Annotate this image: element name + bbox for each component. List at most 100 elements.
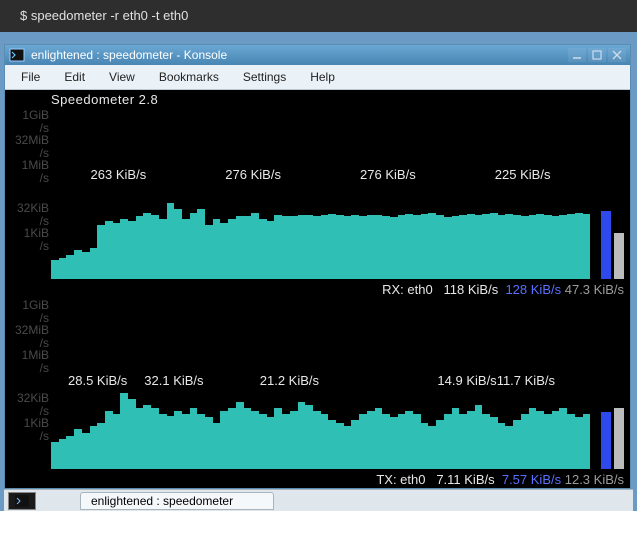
maximize-button[interactable] [588, 48, 606, 62]
tx-peak-labels: 28.5 KiB/s 32.1 KiB/s 21.2 KiB/s 14.9 Ki… [51, 373, 590, 388]
menu-edit[interactable]: Edit [54, 68, 95, 86]
bar [475, 405, 483, 469]
bar [490, 213, 498, 279]
bar [359, 414, 367, 469]
bar [305, 405, 313, 469]
bar [298, 402, 306, 469]
bar [552, 216, 560, 279]
bar [228, 219, 236, 279]
bar [436, 215, 444, 279]
bar [475, 215, 483, 279]
bar [313, 216, 321, 279]
tx-yaxis-lower: 32KiB/s 1KiB/s [7, 392, 49, 442]
konsole-window: enlightened : speedometer - Konsole File… [4, 44, 631, 489]
bar [328, 214, 336, 279]
bar [583, 214, 591, 279]
bar [521, 414, 529, 469]
bar [267, 221, 275, 279]
bar [421, 423, 429, 469]
bar [267, 417, 275, 469]
bar [244, 216, 252, 279]
bar [151, 215, 159, 279]
bar [213, 423, 221, 469]
bar [575, 213, 583, 279]
taskbar-tab[interactable]: enlightened : speedometer [80, 492, 274, 510]
taskbar[interactable]: enlightened : speedometer [4, 489, 633, 511]
bar [190, 408, 198, 469]
bar [313, 411, 321, 469]
bar [274, 215, 282, 279]
bar [66, 255, 74, 279]
bar [583, 414, 591, 469]
rx-yaxis-upper: 1GiB/s 32MiB/s 1MiB/s [7, 109, 49, 185]
bar [490, 417, 498, 469]
bar [274, 408, 282, 469]
bar [251, 411, 259, 469]
bar [428, 426, 436, 469]
bar [536, 411, 544, 469]
bar [544, 215, 552, 279]
rx-peak-labels: 263 KiB/s 276 KiB/s 276 KiB/s 225 KiB/s [51, 167, 590, 182]
bar [182, 414, 190, 469]
bar [544, 414, 552, 469]
bar [336, 215, 344, 279]
bar [159, 219, 167, 279]
bar [74, 250, 82, 279]
bar [529, 408, 537, 469]
bar [413, 414, 421, 469]
tx-bar-chart [51, 393, 590, 469]
bar [298, 215, 306, 279]
titlebar[interactable]: enlightened : speedometer - Konsole [5, 45, 630, 65]
menu-settings[interactable]: Settings [233, 68, 296, 86]
bar [220, 411, 228, 469]
rx-indicator-blue [601, 211, 611, 279]
bar [244, 408, 252, 469]
bar [482, 214, 490, 279]
bar [259, 219, 267, 279]
bar [90, 426, 98, 469]
rx-bar-chart [51, 203, 590, 279]
terminal-output[interactable]: Speedometer 2.8 1GiB/s 32MiB/s 1MiB/s 26… [5, 90, 630, 488]
bar [367, 411, 375, 469]
bar [390, 217, 398, 279]
rx-yaxis-lower: 32KiB/s 1KiB/s [7, 202, 49, 252]
bar [398, 414, 406, 469]
menu-bookmarks[interactable]: Bookmarks [149, 68, 229, 86]
bar [113, 414, 121, 469]
taskbar-terminal-icon[interactable] [8, 492, 36, 510]
menu-view[interactable]: View [99, 68, 145, 86]
bar [328, 420, 336, 469]
bar [421, 214, 429, 279]
menu-help[interactable]: Help [300, 68, 345, 86]
bar [513, 215, 521, 279]
bar [321, 414, 329, 469]
tx-indicator-gray [614, 408, 624, 469]
bar [567, 214, 575, 279]
bar [205, 225, 213, 279]
bar [382, 414, 390, 469]
bar [174, 209, 182, 279]
bar [282, 216, 290, 279]
bar [482, 414, 490, 469]
tx-yaxis-upper: 1GiB/s 32MiB/s 1MiB/s [7, 299, 49, 375]
command-prompt[interactable]: $ speedometer -r eth0 -t eth0 [0, 0, 637, 32]
bar [167, 203, 175, 279]
bar [351, 215, 359, 279]
bar [66, 436, 74, 469]
bar [82, 433, 90, 469]
bar [444, 217, 452, 279]
bar [382, 216, 390, 279]
bar [197, 414, 205, 469]
bar [375, 215, 383, 279]
terminal-icon [9, 47, 25, 63]
bar [136, 408, 144, 469]
close-button[interactable] [608, 48, 626, 62]
minimize-button[interactable] [568, 48, 586, 62]
bar [59, 439, 67, 469]
bar [567, 414, 575, 469]
menu-file[interactable]: File [11, 68, 50, 86]
tx-status-line: TX: eth0 7.11 KiB/s 7.57 KiB/s 12.3 KiB/… [51, 472, 624, 487]
bar [559, 408, 567, 469]
bar [536, 214, 544, 279]
bar [390, 417, 398, 469]
